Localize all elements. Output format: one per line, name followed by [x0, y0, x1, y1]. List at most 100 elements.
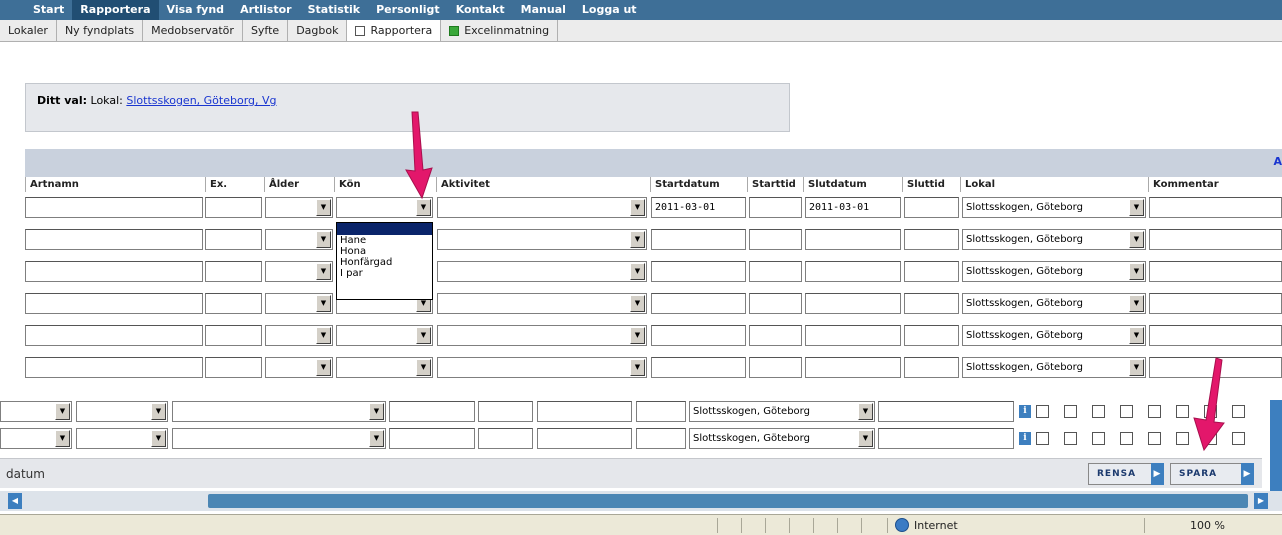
select-field[interactable]: ▼ [76, 401, 168, 422]
alder-select[interactable]: ▼ [265, 197, 333, 218]
checkbox[interactable] [1036, 405, 1049, 418]
checkbox[interactable] [1148, 432, 1161, 445]
select-field[interactable]: ▼ [76, 428, 168, 449]
chevron-down-icon[interactable]: ▼ [316, 295, 331, 312]
nav-start[interactable]: Start [25, 0, 72, 20]
chevron-down-icon[interactable]: ▼ [316, 263, 331, 280]
chevron-down-icon[interactable]: ▼ [316, 359, 331, 376]
chevron-down-icon[interactable]: ▼ [1129, 231, 1144, 248]
kon-select[interactable]: ▼ [336, 325, 433, 346]
text-input[interactable] [478, 428, 533, 449]
scroll-left-icon[interactable]: ◀ [8, 493, 22, 509]
tab-rapportera[interactable]: Rapportera [347, 20, 442, 41]
lokal-select[interactable]: Slottsskogen, Göteborg ▼ [962, 229, 1146, 250]
scroll-right-icon[interactable]: ▶ [1254, 493, 1268, 509]
slutdatum-input[interactable] [805, 357, 901, 378]
ex-input[interactable] [205, 261, 262, 282]
sluttid-input[interactable] [904, 325, 959, 346]
ex-input[interactable] [205, 197, 262, 218]
checkbox[interactable] [1064, 405, 1077, 418]
ex-input[interactable] [205, 357, 262, 378]
aktivitet-select[interactable]: ▼ [437, 293, 647, 314]
kommentar-input[interactable] [878, 428, 1014, 449]
aktivitet-select[interactable]: ▼ [437, 197, 647, 218]
chevron-down-icon[interactable]: ▼ [369, 403, 384, 420]
lokal-select[interactable]: Slottsskogen, Göteborg ▼ [689, 401, 875, 422]
lokal-select[interactable]: Slottsskogen, Göteborg ▼ [962, 293, 1146, 314]
nav-logga-ut[interactable]: Logga ut [574, 0, 645, 20]
kommentar-input[interactable] [1149, 293, 1282, 314]
alder-select[interactable]: ▼ [265, 325, 333, 346]
startdatum-input[interactable] [651, 261, 746, 282]
aktivitet-select[interactable]: ▼ [172, 428, 386, 449]
checkbox[interactable] [1148, 405, 1161, 418]
alder-select[interactable]: ▼ [265, 357, 333, 378]
checkbox[interactable] [1232, 432, 1245, 445]
startdatum-input[interactable] [651, 357, 746, 378]
alder-select[interactable]: ▼ [265, 293, 333, 314]
sluttid-input[interactable] [904, 357, 959, 378]
kommentar-input[interactable] [878, 401, 1014, 422]
starttid-input[interactable] [749, 197, 802, 218]
scrollbar-thumb[interactable] [208, 494, 1248, 508]
chevron-down-icon[interactable]: ▼ [416, 199, 431, 216]
tab-dagbok[interactable]: Dagbok [288, 20, 348, 41]
chevron-down-icon[interactable]: ▼ [316, 231, 331, 248]
grid-header-right-text[interactable]: A [1273, 155, 1282, 168]
lokal-select[interactable]: Slottsskogen, Göteborg ▼ [962, 357, 1146, 378]
chevron-down-icon[interactable]: ▼ [1129, 295, 1144, 312]
alder-select[interactable]: ▼ [265, 229, 333, 250]
artnamn-input[interactable] [25, 325, 203, 346]
starttid-input[interactable] [749, 261, 802, 282]
text-input[interactable] [537, 428, 632, 449]
horizontal-scrollbar[interactable]: ◀ ▶ [0, 491, 1282, 511]
ex-input[interactable] [205, 229, 262, 250]
checkbox[interactable] [1232, 405, 1245, 418]
text-input[interactable] [389, 428, 475, 449]
slutdatum-input[interactable] [805, 293, 901, 314]
sluttid-input[interactable] [904, 261, 959, 282]
aktivitet-select[interactable]: ▼ [437, 357, 647, 378]
dropdown-option-honfargad[interactable]: Honfärgad [337, 257, 432, 268]
chevron-down-icon[interactable]: ▼ [416, 327, 431, 344]
nav-rapportera[interactable]: Rapportera [72, 0, 159, 20]
chevron-down-icon[interactable]: ▼ [630, 295, 645, 312]
chevron-down-icon[interactable]: ▼ [1129, 263, 1144, 280]
kon-dropdown-list[interactable]: Hane Hona Honfärgad I par [336, 222, 433, 300]
starttid-input[interactable] [749, 293, 802, 314]
chevron-down-icon[interactable]: ▼ [858, 430, 873, 447]
chevron-down-icon[interactable]: ▼ [858, 403, 873, 420]
nav-manual[interactable]: Manual [513, 0, 574, 20]
chevron-down-icon[interactable]: ▼ [316, 327, 331, 344]
slutdatum-input[interactable] [805, 325, 901, 346]
sluttid-input[interactable] [904, 229, 959, 250]
checkbox[interactable] [1064, 432, 1077, 445]
text-input[interactable] [636, 401, 686, 422]
tab-syfte[interactable]: Syfte [243, 20, 289, 41]
chevron-down-icon[interactable]: ▼ [55, 403, 70, 420]
text-input[interactable] [478, 401, 533, 422]
chevron-down-icon[interactable]: ▼ [1129, 327, 1144, 344]
chevron-down-icon[interactable]: ▼ [369, 430, 384, 447]
starttid-input[interactable] [749, 325, 802, 346]
startdatum-input[interactable]: 2011-03-01 [651, 197, 746, 218]
checkbox[interactable] [1120, 432, 1133, 445]
chevron-down-icon[interactable]: ▼ [55, 430, 70, 447]
nav-visa-fynd[interactable]: Visa fynd [159, 0, 233, 20]
artnamn-input[interactable] [25, 357, 203, 378]
clear-button[interactable]: RENSA ▶ [1088, 463, 1164, 485]
startdatum-input[interactable] [651, 325, 746, 346]
ex-input[interactable] [205, 325, 262, 346]
nav-statistik[interactable]: Statistik [300, 0, 369, 20]
chevron-down-icon[interactable]: ▼ [151, 430, 166, 447]
text-input[interactable] [636, 428, 686, 449]
dropdown-highlight[interactable] [337, 223, 432, 235]
dropdown-option-hona[interactable]: Hona [337, 246, 432, 257]
chevron-down-icon[interactable]: ▼ [630, 359, 645, 376]
aktivitet-select[interactable]: ▼ [172, 401, 386, 422]
tab-ny-fyndplats[interactable]: Ny fyndplats [57, 20, 144, 41]
tab-excelinmatning[interactable]: Excelinmatning [441, 20, 559, 41]
lokal-link[interactable]: Slottsskogen, Göteborg, Vg [126, 94, 276, 107]
slutdatum-input[interactable] [805, 261, 901, 282]
text-input[interactable] [389, 401, 475, 422]
